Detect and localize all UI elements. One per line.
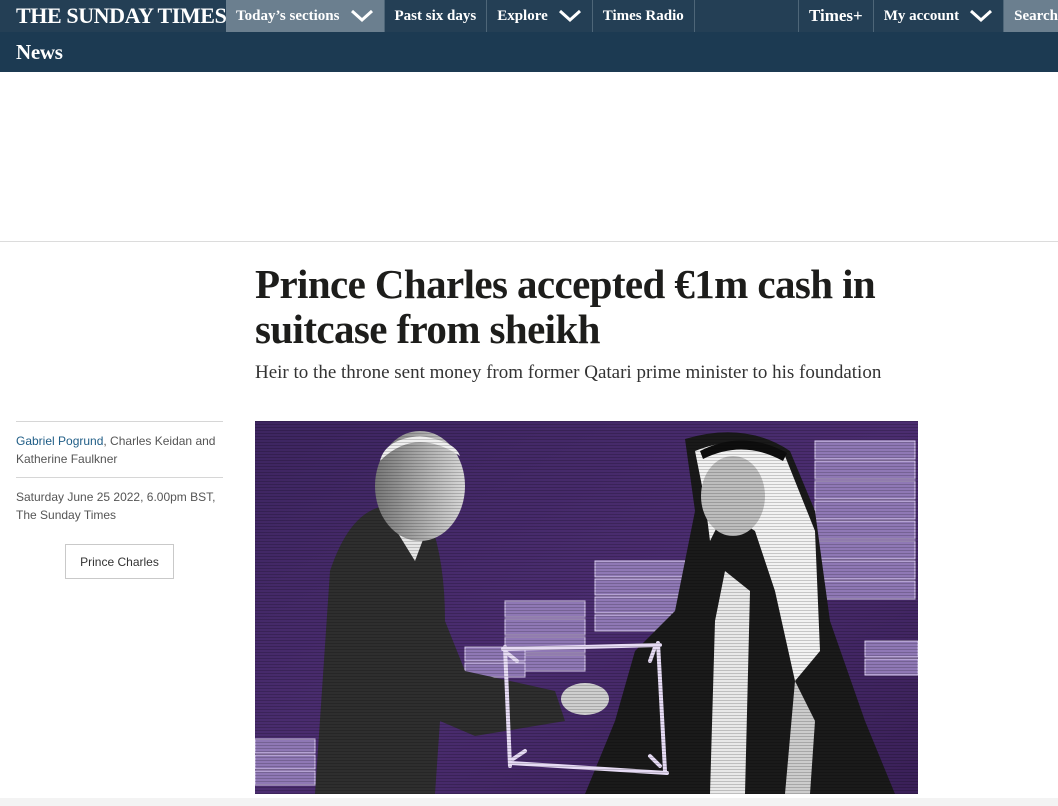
- nav-my-account[interactable]: My account: [874, 0, 1005, 32]
- section-title[interactable]: News: [0, 40, 63, 65]
- advertisement-slot: [0, 72, 1058, 242]
- nav-times-radio-label: Times Radio: [602, 7, 684, 24]
- topic-tag-button[interactable]: Prince Charles: [65, 544, 174, 579]
- nav-search[interactable]: Search: [1004, 0, 1058, 32]
- nav-my-account-label: My account: [883, 7, 960, 24]
- byline: Gabriel Pogrund, Charles Keidan and Kath…: [16, 421, 223, 477]
- nav-search-label: Search: [1014, 7, 1058, 24]
- nav-explore-label: Explore: [497, 7, 548, 24]
- article-standfirst: Heir to the throne sent money from forme…: [255, 362, 882, 383]
- nav-explore[interactable]: Explore: [487, 0, 593, 32]
- nav-past-six-days[interactable]: Past six days: [385, 0, 488, 32]
- article-meta: Gabriel Pogrund, Charles Keidan and Kath…: [16, 421, 223, 579]
- bottom-divider: [0, 798, 1058, 806]
- nav-todays-sections-label: Today’s sections: [236, 7, 340, 24]
- masthead-logo[interactable]: THE SUNDAY TIMES: [0, 0, 227, 32]
- lead-image-illustration: [255, 421, 918, 794]
- top-navigation-bar: THE SUNDAY TIMES Today’s sections Past s…: [0, 0, 1058, 32]
- author-link[interactable]: Gabriel Pogrund: [16, 434, 103, 448]
- nav-spacer: [695, 0, 799, 32]
- chevron-down-icon: [558, 9, 581, 23]
- nav-times-plus[interactable]: Times+: [799, 0, 874, 32]
- dateline: Saturday June 25 2022, 6.00pm BST, The S…: [16, 477, 223, 533]
- section-bar: News: [0, 32, 1058, 72]
- nav-times-radio[interactable]: Times Radio: [593, 0, 695, 32]
- article-headline: Prince Charles accepted €1m cash in suit…: [255, 261, 876, 352]
- chevron-down-icon: [970, 9, 993, 23]
- topic-tag-wrap: Prince Charles: [16, 533, 223, 579]
- nav-todays-sections[interactable]: Today’s sections: [226, 0, 385, 32]
- lead-image: [255, 421, 918, 794]
- nav-times-plus-label: Times+: [808, 6, 863, 25]
- chevron-down-icon: [350, 9, 373, 23]
- nav-past-six-days-label: Past six days: [394, 7, 477, 24]
